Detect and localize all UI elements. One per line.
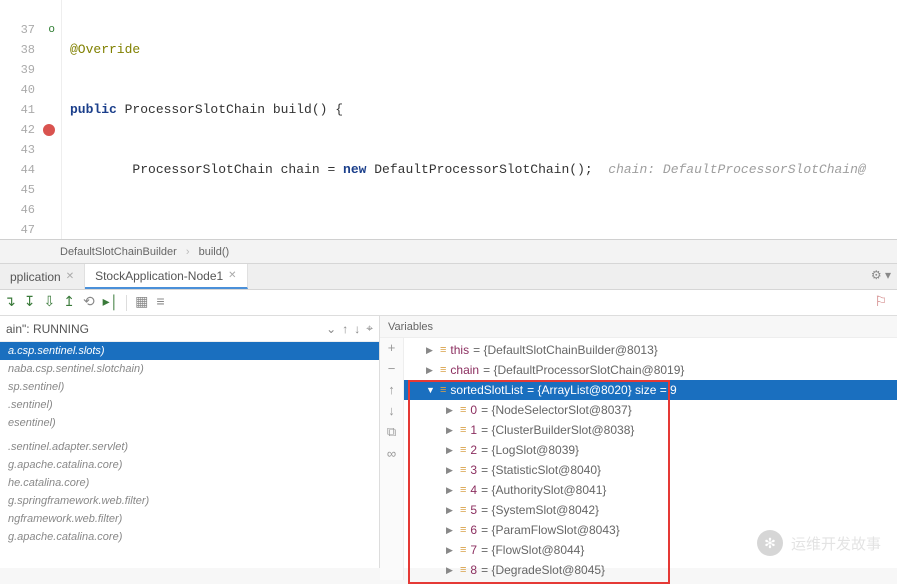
frame-item[interactable]: .sentinel.adapter.servlet) bbox=[0, 438, 379, 456]
close-icon[interactable]: ✕ bbox=[228, 263, 236, 289]
next-frame-icon[interactable]: ↓ bbox=[354, 322, 360, 336]
variable-row[interactable]: ≡ 0 = {NodeSelectorSlot@8037} bbox=[404, 400, 897, 420]
variable-row[interactable]: ≡ 4 = {AuthoritySlot@8041} bbox=[404, 480, 897, 500]
remove-watch-icon[interactable]: − bbox=[388, 361, 396, 376]
frame-item[interactable]: naba.csp.sentinel.slotchain) bbox=[0, 360, 379, 378]
frame-item[interactable]: g.springframework.web.filter) bbox=[0, 492, 379, 510]
force-step-into-icon[interactable]: ⇩ bbox=[43, 294, 55, 311]
thread-status[interactable]: ain": RUNNING bbox=[6, 322, 320, 336]
variable-row[interactable]: ≡ 3 = {StatisticSlot@8040} bbox=[404, 460, 897, 480]
frame-item[interactable]: esentinel) bbox=[0, 414, 379, 432]
bookmark-icon[interactable]: ⚐ bbox=[874, 294, 887, 311]
link-icon[interactable]: ∞ bbox=[387, 446, 396, 461]
step-over-icon[interactable]: ↴ bbox=[4, 294, 16, 311]
drop-frame-icon[interactable]: ⟲ bbox=[83, 294, 95, 311]
chevron-right-icon: › bbox=[186, 246, 190, 258]
wechat-icon: ✻ bbox=[757, 530, 783, 556]
run-to-cursor-icon[interactable]: ▸│ bbox=[103, 294, 118, 311]
variable-row[interactable]: ≡ 5 = {SystemSlot@8042} bbox=[404, 500, 897, 520]
evaluate-icon[interactable]: ▦ bbox=[135, 294, 148, 311]
trace-icon[interactable]: ≡ bbox=[156, 295, 164, 311]
move-up-icon[interactable]: ↑ bbox=[388, 382, 395, 397]
add-watch-icon[interactable]: + bbox=[388, 340, 396, 355]
close-icon[interactable]: ✕ bbox=[66, 264, 74, 290]
frame-item[interactable]: a.csp.sentinel.slots) bbox=[0, 342, 379, 360]
step-into-icon[interactable]: ↧ bbox=[24, 294, 36, 311]
code-editor: 373839404142434445464748 @Override publi… bbox=[0, 0, 897, 240]
variable-row[interactable]: ≡ 8 = {DegradeSlot@8045} bbox=[404, 560, 897, 580]
step-out-icon[interactable]: ↥ bbox=[63, 294, 75, 311]
breadcrumb-method[interactable]: build() bbox=[199, 246, 230, 258]
variable-row[interactable]: ≡ 2 = {LogSlot@8039} bbox=[404, 440, 897, 460]
gear-icon[interactable]: ⚙ ▾ bbox=[871, 268, 891, 282]
variable-row[interactable]: ≡ chain = {DefaultProcessorSlotChain@801… bbox=[404, 360, 897, 380]
frame-item[interactable]: he.catalina.core) bbox=[0, 474, 379, 492]
variable-row[interactable]: ≡ 1 = {ClusterBuilderSlot@8038} bbox=[404, 420, 897, 440]
prev-frame-icon[interactable]: ↑ bbox=[342, 322, 348, 336]
tab-stockapplication-node1[interactable]: StockApplication-Node1 ✕ bbox=[85, 264, 247, 289]
chevron-down-icon[interactable]: ⌄ bbox=[326, 322, 336, 336]
breadcrumb[interactable]: DefaultSlotChainBuilder › build() bbox=[0, 240, 897, 264]
frame-item[interactable]: .sentinel) bbox=[0, 396, 379, 414]
code-area[interactable]: @Override public ProcessorSlotChain buil… bbox=[62, 0, 897, 239]
tab-application[interactable]: pplication ✕ bbox=[0, 264, 85, 289]
variables-title: Variables bbox=[380, 316, 897, 338]
editor-gutter: 373839404142434445464748 bbox=[0, 0, 62, 239]
frame-item[interactable]: sp.sentinel) bbox=[0, 378, 379, 396]
frame-item[interactable]: g.apache.catalina.core) bbox=[0, 456, 379, 474]
frames-list[interactable]: a.csp.sentinel.slots)naba.csp.sentinel.s… bbox=[0, 342, 379, 546]
frames-pane: ain": RUNNING ⌄ ↑ ↓ ⌖ a.csp.sentinel.slo… bbox=[0, 316, 380, 568]
debug-tabs: pplication ✕ StockApplication-Node1 ✕ ⚙ … bbox=[0, 264, 897, 290]
copy-icon[interactable]: ⧉ bbox=[387, 424, 396, 440]
variable-row[interactable]: ≡ sortedSlotList = {ArrayList@8020} size… bbox=[404, 380, 897, 400]
frame-item[interactable]: g.apache.catalina.core) bbox=[0, 528, 379, 546]
variables-gutter: + − ↑ ↓ ⧉ ∞ bbox=[380, 338, 404, 580]
frames-header: ain": RUNNING ⌄ ↑ ↓ ⌖ bbox=[0, 316, 379, 342]
filter-icon[interactable]: ⌖ bbox=[366, 321, 373, 336]
move-down-icon[interactable]: ↓ bbox=[388, 403, 395, 418]
frame-item[interactable]: ngframework.web.filter) bbox=[0, 510, 379, 528]
debug-toolbar: ↴ ↧ ⇩ ↥ ⟲ ▸│ ▦ ≡ ⚐ bbox=[0, 290, 897, 316]
variable-row[interactable]: ≡ this = {DefaultSlotChainBuilder@8013} bbox=[404, 340, 897, 360]
watermark: ✻ 运维开发故事 bbox=[757, 530, 881, 556]
breadcrumb-class[interactable]: DefaultSlotChainBuilder bbox=[60, 246, 177, 258]
